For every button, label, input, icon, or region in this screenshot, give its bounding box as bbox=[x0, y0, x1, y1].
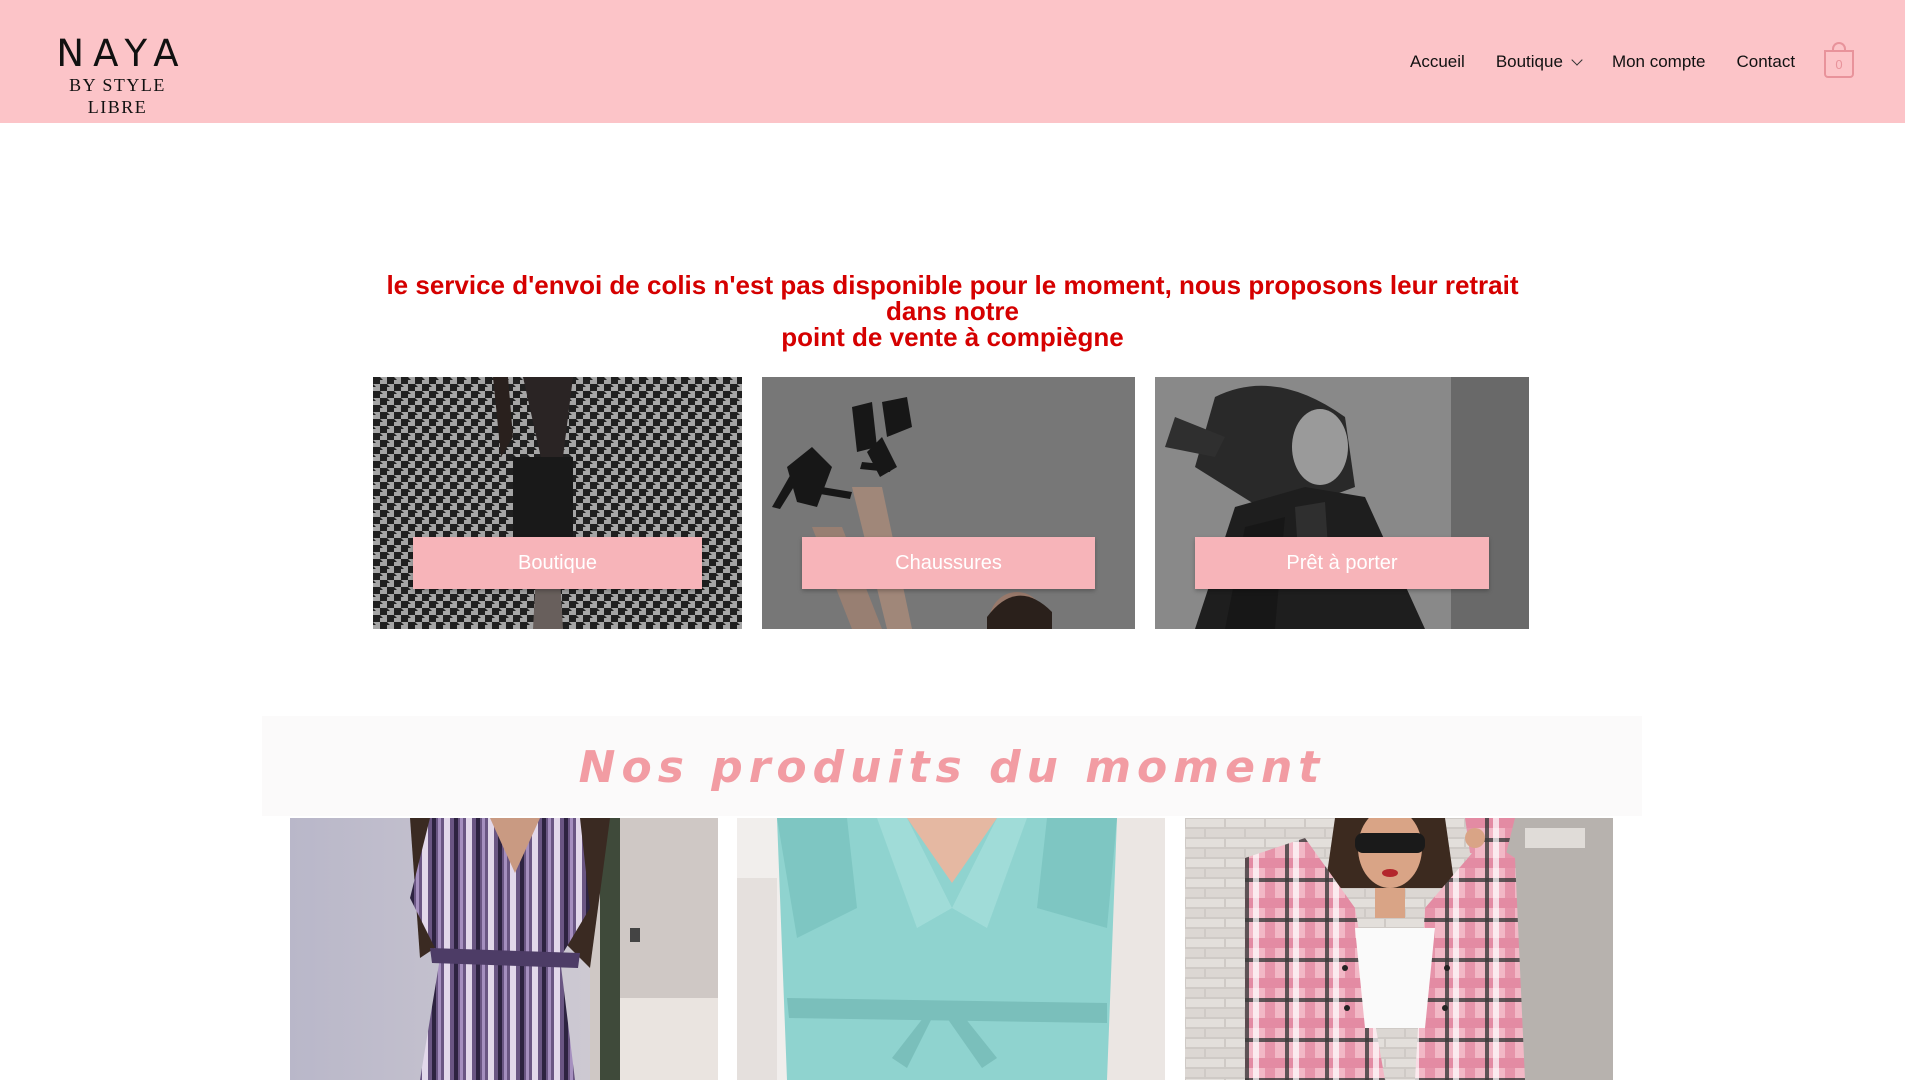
pink-plaid-shirt-image bbox=[1185, 818, 1613, 1080]
mint-wrap-coat-image bbox=[737, 818, 1165, 1080]
houndstooth-jacket-image bbox=[373, 377, 742, 629]
cart-count-badge: 0 bbox=[1824, 50, 1854, 78]
purple-print-dress-image bbox=[290, 818, 718, 1080]
category-button-pret-a-porter[interactable]: Prêt à porter bbox=[1195, 537, 1489, 589]
nav-item-accueil[interactable]: Accueil bbox=[1410, 52, 1465, 72]
chevron-down-icon bbox=[1571, 53, 1583, 66]
notice-line-2: point de vente à compiègne bbox=[781, 322, 1124, 352]
nav-item-boutique[interactable]: Boutique bbox=[1495, 52, 1583, 72]
section-title: Nos produits du moment bbox=[578, 742, 1326, 793]
product-card[interactable] bbox=[737, 818, 1165, 1080]
site-header: NAYA BY STYLE LIBRE Accueil Boutique Mon… bbox=[0, 0, 1905, 123]
shipping-notice: le service d'envoi de colis n'est pas di… bbox=[360, 272, 1545, 350]
black-heels-image bbox=[762, 377, 1135, 629]
nav-label: Boutique bbox=[1495, 52, 1563, 71]
cart-button[interactable]: 0 bbox=[1824, 42, 1854, 78]
logo[interactable]: NAYA BY STYLE LIBRE bbox=[40, 32, 195, 118]
product-card[interactable] bbox=[1185, 818, 1613, 1080]
category-button-boutique[interactable]: Boutique bbox=[413, 537, 702, 589]
cart-count: 0 bbox=[1835, 56, 1843, 72]
nav-label: Accueil bbox=[1410, 52, 1465, 71]
logo-sub-text: BY STYLE LIBRE bbox=[69, 75, 166, 117]
nav-item-mon-compte[interactable]: Mon compte bbox=[1612, 52, 1706, 72]
nav-label: Mon compte bbox=[1611, 52, 1706, 71]
logo-main-text: NAYA bbox=[56, 32, 188, 75]
nav-label: Contact bbox=[1736, 52, 1796, 71]
leather-jacket-image bbox=[1155, 377, 1529, 629]
category-card-boutique[interactable]: Boutique bbox=[373, 377, 742, 629]
nav-item-contact[interactable]: Contact bbox=[1736, 52, 1795, 72]
notice-line-1: le service d'envoi de colis n'est pas di… bbox=[386, 270, 1519, 326]
product-card[interactable] bbox=[290, 818, 718, 1080]
category-card-pret-a-porter[interactable]: Prêt à porter bbox=[1155, 377, 1529, 629]
category-card-chaussures[interactable]: Chaussures bbox=[762, 377, 1135, 629]
category-button-chaussures[interactable]: Chaussures bbox=[802, 537, 1095, 589]
main-nav: Accueil Boutique Mon compte Contact bbox=[1410, 48, 1826, 76]
